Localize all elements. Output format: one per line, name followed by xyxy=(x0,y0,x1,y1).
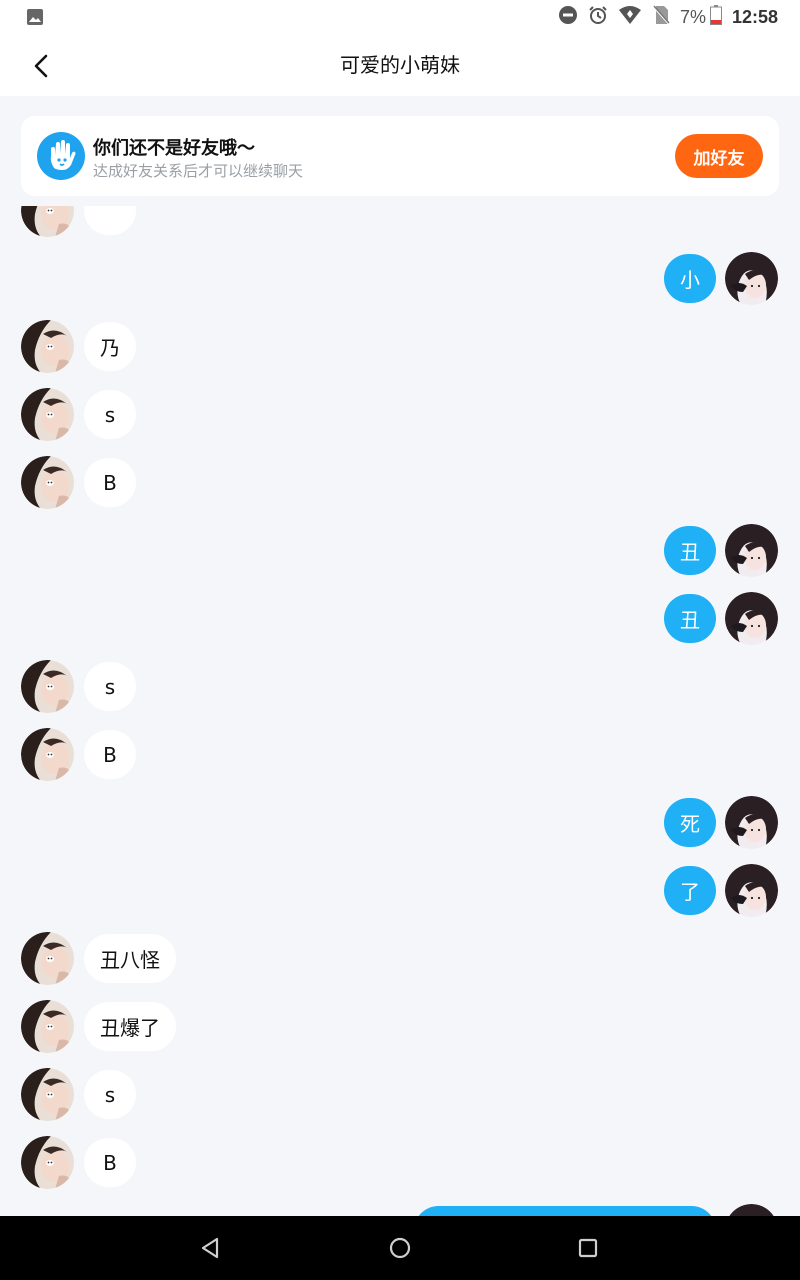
message-row: 小 xyxy=(0,252,800,312)
page-title: 可爱的小萌妹 xyxy=(340,53,460,77)
message-row: B xyxy=(0,728,800,788)
recents-square-icon[interactable] xyxy=(578,1237,598,1263)
contact-avatar[interactable] xyxy=(21,388,74,441)
contact-avatar[interactable] xyxy=(21,1000,74,1053)
incoming-message-bubble[interactable]: B xyxy=(84,1138,136,1187)
outgoing-message-bubble[interactable]: 丑 xyxy=(664,526,716,575)
my-avatar[interactable] xyxy=(725,524,778,577)
friend-notice-card: 你们还不是好友哦～ 达成好友关系后才可以继续聊天 加好友 xyxy=(21,116,779,196)
wifi-icon xyxy=(618,5,642,29)
alarm-icon xyxy=(588,5,608,29)
incoming-message-bubble[interactable] xyxy=(84,206,136,235)
friend-notice-subtitle: 达成好友关系后才可以继续聊天 xyxy=(93,162,304,180)
incoming-message-bubble[interactable]: 丑八怪 xyxy=(84,934,176,983)
message-row: 丑 xyxy=(0,524,800,584)
outgoing-message-bubble[interactable] xyxy=(414,1206,716,1216)
add-friend-button[interactable]: 加好友 xyxy=(675,134,763,178)
header-bar: 可爱的小萌妹 xyxy=(0,34,800,96)
image-icon xyxy=(26,8,44,30)
my-avatar[interactable] xyxy=(725,796,778,849)
message-row xyxy=(0,206,800,244)
incoming-message-bubble[interactable]: 丑爆了 xyxy=(84,1002,176,1051)
message-row: s xyxy=(0,1068,800,1128)
message-row: 乃 xyxy=(0,320,800,380)
contact-avatar[interactable] xyxy=(21,320,74,373)
message-row: 丑八怪 xyxy=(0,932,800,992)
incoming-message-bubble[interactable]: s xyxy=(84,390,136,439)
contact-avatar[interactable] xyxy=(21,1136,74,1189)
incoming-message-bubble[interactable]: s xyxy=(84,662,136,711)
status-bar: 7% 12:58 xyxy=(0,0,800,34)
back-triangle-icon[interactable] xyxy=(199,1236,221,1264)
message-row: s xyxy=(0,660,800,720)
battery-percent: 7% xyxy=(679,6,706,27)
message-row: 丑 xyxy=(0,592,800,652)
contact-avatar[interactable] xyxy=(21,456,74,509)
chat-message-list[interactable]: 小乃 s B 丑丑 s B 死了丑八怪 丑爆了 s B xyxy=(0,206,800,1216)
my-avatar[interactable] xyxy=(725,864,778,917)
message-row: s xyxy=(0,388,800,448)
contact-avatar[interactable] xyxy=(21,932,74,985)
my-avatar[interactable] xyxy=(725,592,778,645)
outgoing-message-bubble[interactable]: 丑 xyxy=(664,594,716,643)
outgoing-message-bubble[interactable]: 小 xyxy=(664,254,716,303)
system-nav-bar xyxy=(0,1216,800,1280)
no-sim-icon xyxy=(652,5,670,29)
incoming-message-bubble[interactable]: 乃 xyxy=(84,322,136,371)
message-row: B xyxy=(0,1136,800,1196)
my-avatar[interactable] xyxy=(725,1204,778,1216)
message-row: 丑爆了 xyxy=(0,1000,800,1060)
incoming-message-bubble[interactable]: s xyxy=(84,1070,136,1119)
do-not-disturb-icon xyxy=(558,5,578,29)
home-circle-icon[interactable] xyxy=(389,1236,411,1264)
incoming-message-bubble[interactable]: B xyxy=(84,458,136,507)
status-time: 12:58 xyxy=(731,6,778,27)
incoming-message-bubble[interactable]: B xyxy=(84,730,136,779)
outgoing-message-bubble[interactable]: 死 xyxy=(664,798,716,847)
contact-avatar[interactable] xyxy=(21,1068,74,1121)
message-row: 死 xyxy=(0,796,800,856)
hand-icon xyxy=(37,132,85,180)
friend-notice-title: 你们还不是好友哦～ xyxy=(93,138,255,159)
message-row xyxy=(0,1204,800,1216)
outgoing-message-bubble[interactable]: 了 xyxy=(664,866,716,915)
contact-avatar[interactable] xyxy=(21,728,74,781)
contact-avatar[interactable] xyxy=(21,206,74,237)
contact-avatar[interactable] xyxy=(21,660,74,713)
battery-low-icon xyxy=(709,5,722,29)
my-avatar[interactable] xyxy=(725,252,778,305)
message-row: B xyxy=(0,456,800,516)
message-row: 了 xyxy=(0,864,800,924)
